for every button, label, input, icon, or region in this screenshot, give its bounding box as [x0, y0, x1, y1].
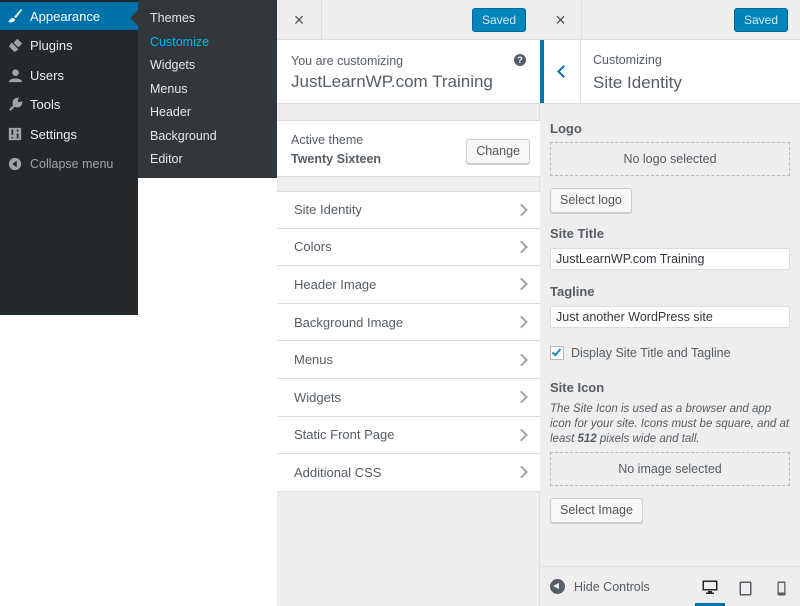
menu-item-settings[interactable]: Settings	[0, 120, 138, 148]
menu-item-appearance[interactable]: Appearance	[0, 2, 138, 30]
submenu-header[interactable]: Header	[138, 102, 277, 126]
menu-item-plugins[interactable]: Plugins	[0, 31, 138, 59]
section-widgets[interactable]: Widgets	[277, 378, 540, 417]
chevron-left-icon	[557, 65, 570, 78]
wrench-icon	[6, 95, 24, 113]
submenu-themes[interactable]: Themes	[138, 8, 277, 32]
chevron-right-icon	[515, 315, 528, 329]
close-customizer-button[interactable]: ×	[540, 0, 582, 40]
section-label: Header Image	[294, 276, 377, 292]
admin-sidebar: Appearance Plugins Users Tools Settings …	[0, 0, 138, 315]
hide-controls-label: Hide Controls	[574, 579, 650, 594]
tagline-label: Tagline	[550, 284, 595, 299]
display-title-checkbox[interactable]	[550, 346, 564, 360]
checkmark-icon	[551, 346, 562, 357]
chevron-right-icon	[515, 466, 528, 479]
section-list: Site Identity Colors Header Image Backgr…	[277, 191, 540, 492]
site-identity-header: × Saved	[540, 0, 800, 40]
menu-item-label: Collapse menu	[30, 157, 114, 171]
chevron-right-icon	[515, 390, 528, 404]
menu-item-label: Settings	[30, 126, 77, 142]
desktop-icon	[702, 580, 718, 597]
settings-icon	[6, 125, 24, 143]
saved-button[interactable]: Saved	[733, 8, 788, 32]
chevron-right-icon	[515, 428, 528, 442]
section-label: Colors	[294, 239, 332, 255]
site-identity-panel: × Saved Customizing Site Identity Logo N…	[540, 0, 800, 606]
desktop-preview-button[interactable]	[695, 573, 725, 606]
submenu-menus[interactable]: Menus	[138, 79, 277, 103]
section-site-identity[interactable]: Site Identity	[277, 191, 540, 229]
saved-button[interactable]: Saved	[471, 8, 526, 32]
customizer-footer: Hide Controls	[540, 566, 800, 606]
customizer-header: × Saved	[277, 0, 540, 40]
menu-item-label: Users	[30, 67, 64, 83]
close-customizer-button[interactable]: ×	[277, 0, 322, 40]
hide-controls-button[interactable]: Hide Controls	[550, 579, 650, 594]
submenu-widgets[interactable]: Widgets	[138, 55, 277, 79]
tablet-preview-button[interactable]	[730, 573, 760, 606]
section-additional-css[interactable]: Additional CSS	[277, 454, 540, 492]
chevron-right-icon	[515, 353, 528, 367]
collapse-menu-button[interactable]: Collapse menu	[0, 150, 138, 178]
paintbrush-icon	[6, 7, 24, 25]
active-theme-section: Active theme Twenty Sixteen Change	[277, 120, 540, 177]
menu-item-label: Appearance	[30, 8, 101, 24]
no-logo-text: No logo selected	[623, 152, 717, 166]
menu-item-tools[interactable]: Tools	[0, 90, 138, 118]
chevron-right-icon	[515, 240, 528, 254]
customizing-label: You are customizing	[291, 54, 404, 68]
customizing-label: Customizing	[593, 53, 662, 67]
submenu-editor[interactable]: Editor	[138, 149, 277, 173]
display-title-label[interactable]: Display Site Title and Tagline	[571, 346, 731, 360]
site-name: JustLearnWP.com Training	[291, 72, 493, 91]
submenu-background[interactable]: Background	[138, 126, 277, 150]
section-label: Menus	[294, 352, 334, 368]
menu-item-label: Tools	[30, 96, 61, 112]
collapse-icon	[6, 155, 24, 173]
section-colors[interactable]: Colors	[277, 228, 540, 267]
site-title-label: Site Title	[550, 226, 604, 241]
menu-item-users[interactable]: Users	[0, 61, 138, 89]
select-image-button[interactable]: Select Image	[550, 498, 643, 523]
section-label: Additional CSS	[294, 464, 382, 480]
section-label: Background Image	[294, 314, 404, 330]
site-title-input[interactable]	[550, 248, 790, 270]
section-static-front-page[interactable]: Static Front Page	[277, 416, 540, 455]
plugin-icon	[6, 36, 24, 54]
section-background-image[interactable]: Background Image	[277, 303, 540, 342]
customizer-info: You are customizing JustLearnWP.com Trai…	[277, 40, 540, 104]
customizer-panel: × Saved You are customizing JustLearnWP.…	[277, 0, 540, 606]
change-theme-button[interactable]: Change	[466, 139, 530, 164]
user-icon	[6, 66, 24, 84]
section-label: Widgets	[294, 389, 341, 405]
mobile-icon	[777, 581, 786, 599]
submenu-customize[interactable]: Customize	[138, 32, 277, 56]
chevron-right-icon	[515, 203, 528, 217]
appearance-submenu: Themes Customize Widgets Menus Header Ba…	[138, 0, 277, 178]
no-image-text: No image selected	[618, 462, 722, 476]
collapse-arrow-icon	[550, 579, 565, 594]
tablet-icon	[739, 581, 752, 599]
site-identity-nav: Customizing Site Identity	[540, 40, 800, 104]
section-header-image[interactable]: Header Image	[277, 266, 540, 304]
panel-title: Site Identity	[593, 73, 682, 92]
logo-label: Logo	[550, 121, 582, 136]
tagline-input[interactable]	[550, 306, 790, 328]
section-label: Static Front Page	[294, 427, 395, 443]
mobile-preview-button[interactable]	[766, 573, 796, 606]
back-button[interactable]	[540, 40, 581, 103]
site-icon-label: Site Icon	[550, 380, 605, 395]
menu-item-label: Plugins	[30, 37, 73, 53]
chevron-right-icon	[515, 278, 528, 291]
site-icon-dropzone[interactable]: No image selected	[550, 452, 790, 486]
help-icon[interactable]: ?	[514, 54, 526, 66]
select-logo-button[interactable]: Select logo	[550, 188, 632, 213]
section-label: Site Identity	[294, 202, 362, 218]
site-icon-description: The Site Icon is used as a browser and a…	[550, 403, 790, 445]
section-menus[interactable]: Menus	[277, 341, 540, 379]
logo-dropzone[interactable]: No logo selected	[550, 142, 790, 176]
